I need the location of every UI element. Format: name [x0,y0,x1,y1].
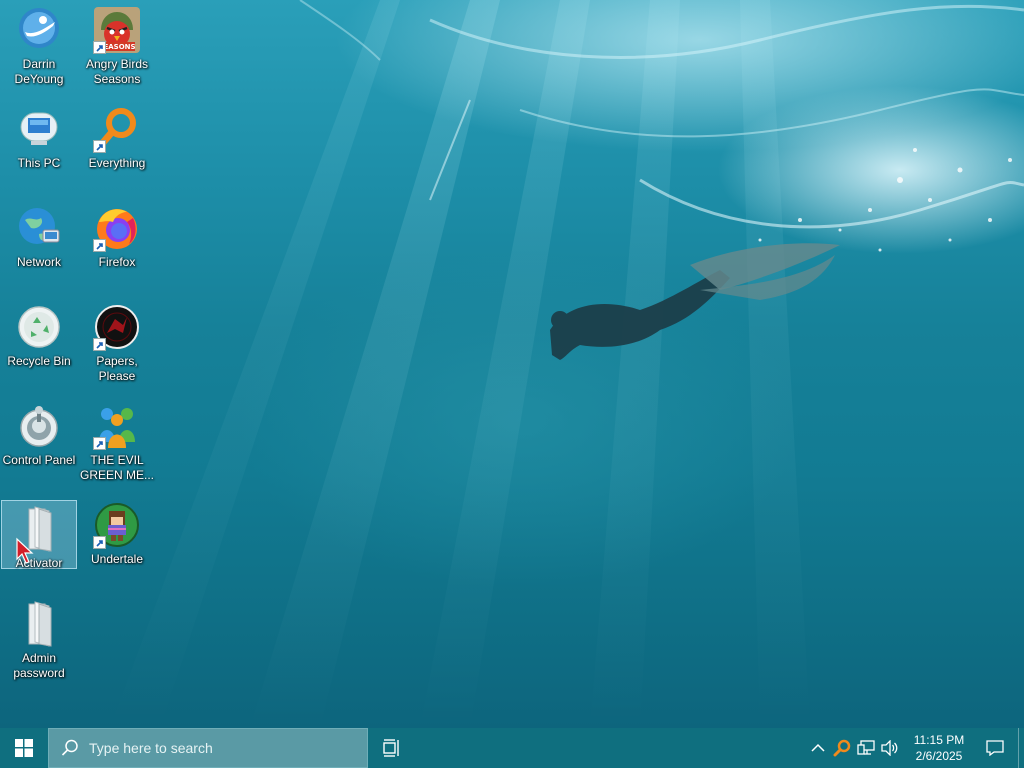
recycle-bin-icon [15,303,63,351]
shortcut-arrow-icon [93,239,106,252]
icon-label: Papers, Please [96,354,138,383]
desktop-icon-recycle-bin[interactable]: Recycle Bin [1,299,77,393]
papers-please-icon [93,303,141,351]
shortcut-arrow-icon [93,338,106,351]
icon-label: THE EVIL GREEN ME... [79,453,154,482]
tray-everything-button[interactable] [830,728,854,768]
speaker-volume-icon [881,740,898,756]
shortcut-arrow-icon [93,437,106,450]
taskbar-clock[interactable]: 11:15 PM 2/6/2025 [906,728,972,768]
tray-volume-button[interactable] [878,728,902,768]
desktop-icon-papers-please[interactable]: Papers, Please [79,299,155,393]
icon-label: Control Panel [2,453,76,467]
windows-logo-icon [15,739,33,757]
desktop-icon-network[interactable]: Network [1,200,77,294]
desktop-icon-this-pc[interactable]: This PC [1,101,77,195]
show-hidden-icons-button[interactable] [806,728,830,768]
task-view-icon [383,739,399,757]
taskbar: 11:15 PM 2/6/2025 [0,728,1024,768]
desktop-icon-the-evil-green-me[interactable]: THE EVIL GREEN ME... [79,398,155,492]
desktop-icon-control-panel[interactable]: Control Panel [1,398,77,492]
desktop-icon-angry-birds-seasons[interactable]: SEASONS Angry Birds Seasons [79,2,155,96]
control-panel-icon [15,402,63,450]
clock-date: 2/6/2025 [915,749,963,763]
taskbar-search-box[interactable] [48,728,368,768]
icon-label: Undertale [90,552,144,566]
clock-time: 11:15 PM [913,733,965,747]
computer-icon [15,105,63,153]
icon-label: This PC [17,156,61,170]
desktop-icon-firefox[interactable]: Firefox [79,200,155,294]
user-folder-icon [15,6,63,54]
icon-label: Angry Birds Seasons [85,57,149,86]
desktop-icon-darrin-deyoung[interactable]: Darrin DeYoung [1,2,77,96]
network-globe-icon [15,204,63,252]
icon-label: Admin password [13,651,65,680]
folder-icon [15,505,63,553]
angry-birds-icon: SEASONS [93,6,141,54]
shortcut-arrow-icon [93,536,106,549]
icon-label: Network [16,255,61,269]
icon-label: Recycle Bin [7,354,71,368]
chevron-up-icon [811,743,825,752]
search-input[interactable] [89,740,349,756]
desktop-icon-undertale[interactable]: Undertale [79,497,155,591]
search-icon [61,739,78,756]
start-button[interactable] [0,728,48,768]
magnifier-search-icon [93,105,141,153]
icon-label: Everything [88,156,146,170]
system-tray: 11:15 PM 2/6/2025 [806,728,1024,768]
desktop-icon-activator[interactable]: Activator [1,500,77,570]
tray-network-button[interactable] [854,728,878,768]
firefox-icon [93,204,141,252]
shortcut-arrow-icon [93,41,106,54]
folder-icon [15,600,63,648]
icon-label: Activator [15,556,63,570]
icon-label: Darrin DeYoung [14,57,64,86]
undertale-icon [93,501,141,549]
desktop-icon-everything[interactable]: Everything [79,101,155,195]
task-view-button[interactable] [368,728,416,768]
icon-label: Firefox [98,255,136,269]
notification-icon [986,740,1004,756]
everything-tray-icon [833,739,851,757]
desktop-icon-admin-password[interactable]: Admin password [1,596,77,690]
network-icon [857,740,875,755]
shortcut-arrow-icon [93,140,106,153]
show-desktop-button[interactable] [1018,728,1024,768]
messenger-people-icon [93,402,141,450]
action-center-button[interactable] [972,728,1018,768]
diver-silhouette [550,243,840,360]
